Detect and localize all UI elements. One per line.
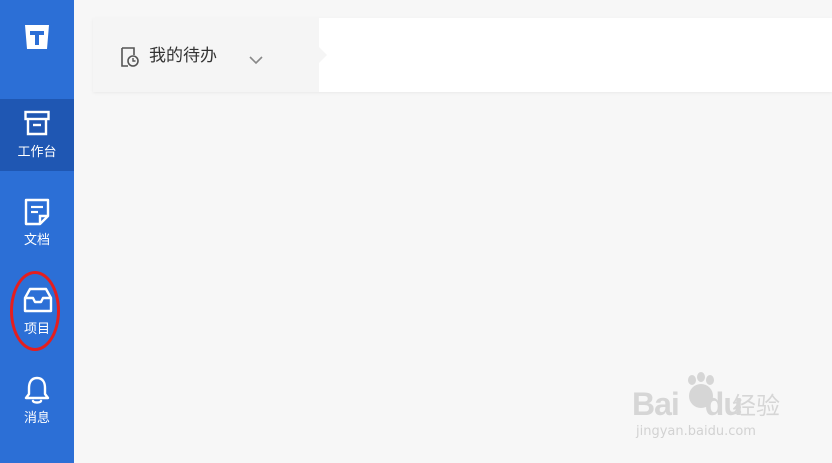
sidebar-item-documents[interactable]: 文档 [0, 187, 74, 259]
tab-label: 我的待办 [149, 46, 217, 66]
sidebar-item-workbench[interactable]: 工作台 [0, 99, 74, 171]
watermark-suffix: 经验 [732, 392, 780, 420]
todo-clock-icon [119, 46, 139, 72]
sidebar-item-label: 工作台 [17, 145, 57, 160]
paw-icon [684, 372, 718, 416]
sidebar-item-label: 消息 [23, 411, 50, 426]
sidebar: 工作台 文档 项目 消息 [0, 0, 74, 463]
archive-box-icon [24, 110, 50, 136]
app-logo-icon[interactable] [22, 22, 52, 52]
sidebar-item-messages[interactable]: 消息 [0, 365, 74, 437]
tab-my-todos[interactable]: 我的待办 [93, 18, 327, 92]
annotation-circle [10, 271, 60, 351]
baidu-watermark: Bai du 经验 jingyan.baidu.com [632, 372, 802, 442]
header-bar: 我的待办 [93, 18, 832, 92]
chevron-down-icon[interactable] [248, 50, 264, 69]
document-icon [24, 198, 50, 226]
sidebar-item-label: 文档 [23, 233, 50, 248]
watermark-url: jingyan.baidu.com [636, 424, 756, 439]
bell-icon [24, 376, 50, 404]
